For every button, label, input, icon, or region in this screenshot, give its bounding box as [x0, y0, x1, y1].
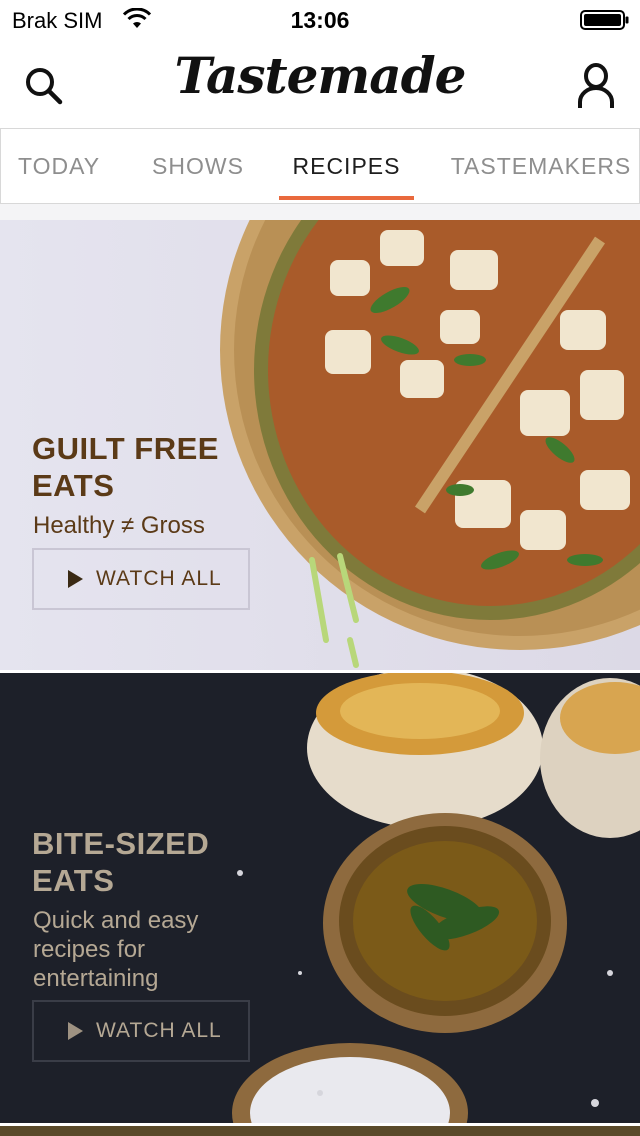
watch-all-label: WATCH ALL — [96, 567, 222, 590]
playlist-card-bite-sized[interactable]: BITE-SIZED EATS Quick and easy recipes f… — [0, 673, 640, 1123]
section-divider — [0, 204, 640, 220]
card-title-line: BITE-SIZED — [32, 826, 210, 861]
card-title: BITE-SIZED EATS — [32, 825, 209, 899]
playlist-card-next[interactable] — [0, 1126, 640, 1136]
nav-bar: Tastemade — [0, 40, 640, 128]
section-tabs: TODAY SHOWS RECIPES TASTEMAKERS — [0, 128, 640, 204]
status-time: 13:06 — [290, 7, 350, 33]
app-logo[interactable]: Tastemade — [0, 46, 640, 105]
battery-icon — [580, 10, 629, 30]
card-title-line: GUILT FREE — [32, 431, 219, 466]
card-title-line: EATS — [32, 468, 115, 503]
play-icon — [68, 570, 83, 588]
profile-icon[interactable] — [574, 62, 618, 110]
card-subtitle: Healthy ≠ Gross — [33, 512, 205, 539]
tab-shows[interactable]: SHOWS — [133, 129, 263, 203]
tab-today[interactable]: TODAY — [1, 129, 117, 203]
card-subtitle: Quick and easy recipes for entertaining — [33, 907, 199, 992]
watch-all-label: WATCH ALL — [96, 1019, 222, 1042]
watch-all-button[interactable]: WATCH ALL — [32, 1000, 250, 1062]
card-title: GUILT FREE EATS — [32, 430, 219, 504]
tab-recipes[interactable]: RECIPES — [279, 129, 414, 203]
play-icon — [68, 1022, 83, 1040]
playlist-card-guilt-free[interactable]: GUILT FREE EATS Healthy ≠ Gross WATCH AL… — [0, 220, 640, 670]
active-tab-indicator — [279, 196, 414, 200]
status-bar: Brak SIM 13:06 — [0, 0, 640, 40]
tab-tastemakers[interactable]: TASTEMAKERS — [441, 129, 639, 203]
watch-all-button[interactable]: WATCH ALL — [32, 548, 250, 610]
card-title-line: EATS — [32, 863, 115, 898]
